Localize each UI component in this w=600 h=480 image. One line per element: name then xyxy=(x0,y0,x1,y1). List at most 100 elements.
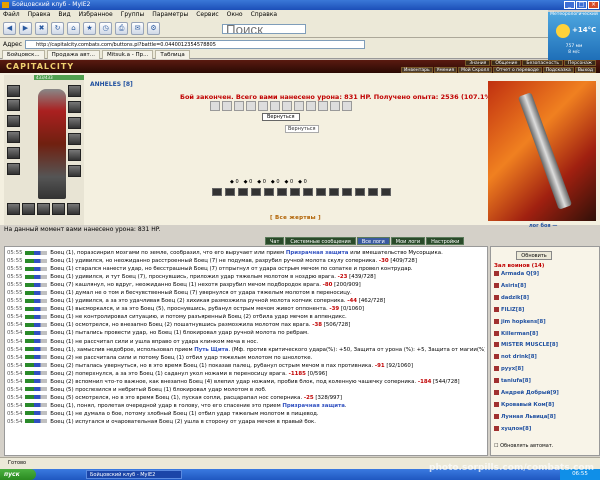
warrior-item[interactable]: хуцпон[8] xyxy=(494,425,531,432)
action-icon[interactable] xyxy=(251,188,261,196)
warrior-item[interactable]: Killerman[8] xyxy=(494,330,538,337)
refresh-button[interactable]: Обновить xyxy=(516,251,552,260)
home-icon[interactable]: ⌂ xyxy=(67,22,80,35)
character-name[interactable]: ANHELES [8] xyxy=(90,81,133,88)
action-icon[interactable] xyxy=(303,188,313,196)
back-icon[interactable]: ◀ xyxy=(3,22,16,35)
start-button[interactable]: пуск xyxy=(0,469,36,480)
chat-tab[interactable]: Настройки xyxy=(426,237,465,245)
menu-item[interactable]: Группы xyxy=(121,10,145,20)
menu-item[interactable]: Избранное xyxy=(79,10,113,20)
leggings-slot[interactable] xyxy=(68,149,81,161)
warrior-name[interactable]: хуцпон[8] xyxy=(501,426,531,432)
action-icon[interactable] xyxy=(277,188,287,196)
mail-icon[interactable]: ✉ xyxy=(131,22,144,35)
armor-slot[interactable] xyxy=(7,131,20,143)
action-icon[interactable] xyxy=(368,188,378,196)
menu-item[interactable]: Сервис xyxy=(196,10,218,20)
warrior-name[interactable]: FILIZ[8] xyxy=(501,307,524,313)
bag-slot[interactable] xyxy=(7,203,20,215)
tools-icon[interactable]: ⚙ xyxy=(147,22,160,35)
action-icon[interactable] xyxy=(329,188,339,196)
bag-slot[interactable] xyxy=(22,203,35,215)
warrior-name[interactable]: pyyx[8] xyxy=(501,366,524,372)
forward-icon[interactable]: ▶ xyxy=(19,22,32,35)
warrior-name[interactable]: taniufa[8] xyxy=(501,378,531,384)
taskbar-item[interactable]: Бойцовский клуб - MyIE2 xyxy=(86,470,182,479)
warrior-name[interactable]: Андрей Добрый[9] xyxy=(501,390,559,396)
return-link[interactable]: Вернуться xyxy=(285,125,319,133)
warrior-name[interactable]: not drink[8] xyxy=(501,354,537,360)
all-victims-link[interactable]: [ Все жертвы ] xyxy=(270,215,321,221)
helmet-slot[interactable] xyxy=(7,85,20,97)
minimize-button[interactable]: _ xyxy=(564,1,575,9)
favorites-icon[interactable]: ★ xyxy=(83,22,96,35)
action-icon[interactable] xyxy=(342,188,352,196)
warrior-name[interactable]: jim hopkens[8] xyxy=(501,319,546,325)
menu-item[interactable]: Окно xyxy=(227,10,243,20)
history-icon[interactable]: ◷ xyxy=(99,22,112,35)
warrior-name[interactable]: Killerman[8] xyxy=(501,331,538,337)
warrior-item[interactable]: Андрей Добрый[9] xyxy=(494,390,559,396)
game-nav-item[interactable]: Знания xyxy=(465,60,491,66)
search-input[interactable] xyxy=(222,24,306,34)
action-icon[interactable] xyxy=(290,188,300,196)
browser-tab[interactable]: Mitsuk.a - Пр... xyxy=(101,50,154,59)
bag-slot[interactable] xyxy=(37,203,50,215)
close-button[interactable]: × xyxy=(588,1,599,9)
weapon-slot[interactable] xyxy=(7,115,20,127)
warrior-item[interactable]: Кровавый Ком[8] xyxy=(494,401,554,408)
warrior-item[interactable]: jim hopkens[8] xyxy=(494,318,546,325)
menu-item[interactable]: Правка xyxy=(28,10,51,20)
menu-item[interactable]: Параметры xyxy=(152,10,188,20)
bag-slot[interactable] xyxy=(52,203,65,215)
bag-slot[interactable] xyxy=(67,203,80,215)
browser-tab[interactable]: Таблица xyxy=(155,50,190,59)
warrior-item[interactable]: Лунная Львица[8] xyxy=(494,413,556,420)
maximize-button[interactable]: □ xyxy=(576,1,587,9)
game-nav-item[interactable]: Безопасность xyxy=(522,60,563,66)
action-icon[interactable] xyxy=(264,188,274,196)
warrior-item[interactable]: pyyx[8] xyxy=(494,366,524,372)
warrior-item[interactable]: Asiris[8] xyxy=(494,282,526,289)
warrior-name[interactable]: dadzik[8] xyxy=(501,295,529,301)
action-icon[interactable] xyxy=(381,188,391,196)
chat-tab[interactable]: Все логи xyxy=(356,237,390,245)
menu-item[interactable]: Справка xyxy=(251,10,277,20)
action-icon[interactable] xyxy=(355,188,365,196)
gloves-slot[interactable] xyxy=(68,117,81,129)
warrior-name[interactable]: Лунная Львица[8] xyxy=(501,414,556,420)
earring-slot[interactable] xyxy=(68,85,81,97)
action-icon[interactable] xyxy=(238,188,248,196)
stop-icon[interactable]: ✖ xyxy=(35,22,48,35)
warrior-name[interactable]: Кровавый Ком[8] xyxy=(501,402,554,408)
action-icon[interactable] xyxy=(212,188,222,196)
chat-tab[interactable]: Системные сообщения xyxy=(285,237,356,245)
ring-slot[interactable] xyxy=(7,163,20,175)
warrior-item[interactable]: Armada Q[9] xyxy=(494,271,539,277)
warrior-name[interactable]: Asiris[8] xyxy=(501,283,526,289)
refresh-icon[interactable]: ↻ xyxy=(51,22,64,35)
browser-tab[interactable]: Бойцовск... xyxy=(2,50,45,59)
menu-item[interactable]: Вид xyxy=(58,10,70,20)
game-nav-item[interactable]: Персонаж xyxy=(564,60,596,66)
warrior-item[interactable]: MISTER MUSCLE[8] xyxy=(494,342,558,348)
warrior-name[interactable]: Armada Q[9] xyxy=(501,271,539,277)
action-icon[interactable] xyxy=(225,188,235,196)
chat-tab[interactable]: Мои логи xyxy=(390,237,426,245)
chat-tab[interactable]: Чат xyxy=(265,237,285,245)
amulet-slot[interactable] xyxy=(7,99,20,111)
battle-log-link[interactable]: лог боя — xyxy=(529,223,557,229)
menu-item[interactable]: Файл xyxy=(3,10,20,20)
action-icon[interactable] xyxy=(316,188,326,196)
address-input[interactable]: http://capitalcity.combats.com/buttons.p… xyxy=(25,39,366,49)
warrior-name[interactable]: MISTER MUSCLE[8] xyxy=(501,342,558,348)
shield-slot[interactable] xyxy=(68,133,81,145)
return-button[interactable]: Вернуться xyxy=(262,113,300,121)
belt-slot[interactable] xyxy=(7,147,20,159)
warrior-item[interactable]: not drink[8] xyxy=(494,354,537,360)
auto-update-checkbox[interactable]: ☐ Обновлять автомат. xyxy=(494,443,553,449)
game-nav-item[interactable]: Общение xyxy=(491,60,522,66)
print-icon[interactable]: ⎙ xyxy=(115,22,128,35)
bracer-slot[interactable] xyxy=(68,101,81,113)
